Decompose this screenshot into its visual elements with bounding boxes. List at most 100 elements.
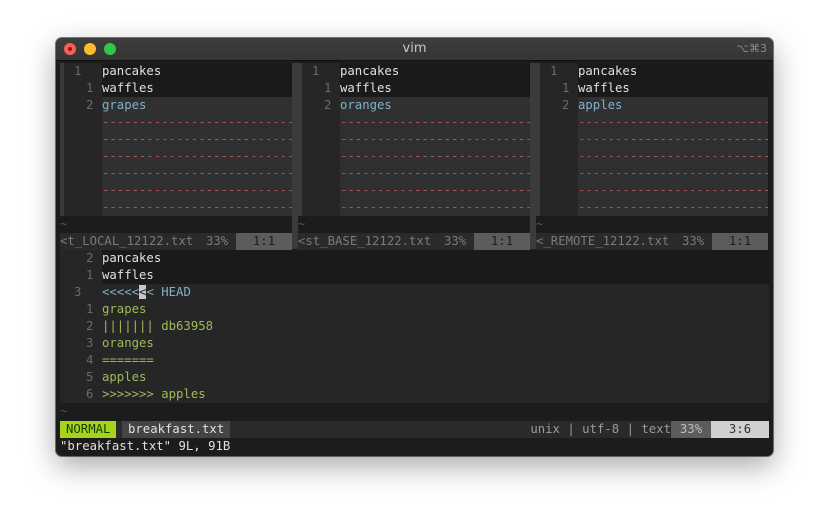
line-number: 4 xyxy=(86,353,94,367)
empty-line-tilde: ~ xyxy=(60,216,292,233)
line-number: 2 xyxy=(324,98,332,112)
pane-filename: <_REMOTE_12122.txt xyxy=(536,234,670,248)
deleted-filler: ----------------------------------------… xyxy=(578,148,768,165)
conflict-marker: <<<<< xyxy=(102,285,140,299)
line-number: 2 xyxy=(86,319,94,333)
buffer-line: 6 >>>>>>> apples xyxy=(60,386,769,403)
buffer-line: 5 apples xyxy=(60,369,769,386)
filler-line: ----------------------------------------… xyxy=(60,182,292,199)
filler-line: ----------------------------------------… xyxy=(298,114,530,131)
mode-indicator: NORMAL xyxy=(60,421,117,438)
deleted-filler: ----------------------------------------… xyxy=(102,131,292,148)
pane-filename: <st_BASE_12122.txt xyxy=(298,234,432,248)
filler-line: ----------------------------------------… xyxy=(60,148,292,165)
pane-percent: 33% xyxy=(682,234,705,248)
deleted-filler: ----------------------------------------… xyxy=(340,148,530,165)
conflict-marker-head: < HEAD xyxy=(146,285,191,299)
line-number: 2 xyxy=(86,251,94,265)
line-text: grapes xyxy=(102,97,292,114)
filler-line: ----------------------------------------… xyxy=(536,199,768,216)
pane-filename: <t_LOCAL_12122.txt xyxy=(60,234,194,248)
line-number: 1 xyxy=(86,268,94,282)
line-number: 1 xyxy=(312,64,320,78)
buffer-line: 2 ||||||| db63958 xyxy=(60,318,769,335)
filler-line: ----------------------------------------… xyxy=(536,131,768,148)
line-text: waffles xyxy=(578,80,768,97)
filler-line: ----------------------------------------… xyxy=(536,182,768,199)
file-info: unix | utf-8 | text xyxy=(530,422,671,436)
title-bar: vim ⌥⌘3 xyxy=(56,38,773,61)
line-number: 1 xyxy=(86,302,94,316)
pane-line: 1 waffles xyxy=(298,80,530,97)
pane-line: 1 pancakes xyxy=(60,63,292,80)
empty-line-tilde: ~ xyxy=(536,216,768,233)
filler-line: ----------------------------------------… xyxy=(536,148,768,165)
line-number: 1 xyxy=(324,81,332,95)
diff-pane-base[interactable]: 1 pancakes 1 waffles 2 oranges ---------------… xyxy=(298,63,530,249)
pane-position: 1:1 xyxy=(712,233,768,250)
buffer-line: 2 pancakes xyxy=(60,250,769,267)
empty-line-tilde: ~ xyxy=(298,216,530,233)
status-filename: breakfast.txt xyxy=(122,421,231,438)
deleted-filler: ----------------------------------------… xyxy=(102,199,292,216)
pane-percent: 33% xyxy=(206,234,229,248)
line-text: ||||||| db63958 xyxy=(102,319,214,333)
pane-position: 1:1 xyxy=(474,233,530,250)
filler-line: ----------------------------------------… xyxy=(60,114,292,131)
line-number: 2 xyxy=(86,98,94,112)
deleted-filler: ----------------------------------------… xyxy=(578,131,768,148)
deleted-filler: ----------------------------------------… xyxy=(340,114,530,131)
line-text: pancakes xyxy=(102,63,292,80)
pane-line: 1 pancakes xyxy=(298,63,530,80)
command-line[interactable]: "breakfast.txt" 9L, 91B xyxy=(60,438,769,455)
diff-pane-local[interactable]: 1 pancakes 1 waffles 2 grapes ----------------… xyxy=(60,63,292,249)
deleted-filler: ----------------------------------------… xyxy=(102,114,292,131)
line-text: pancakes xyxy=(578,63,768,80)
line-text: waffles xyxy=(102,267,769,284)
line-number: 6 xyxy=(86,387,94,401)
deleted-filler: ----------------------------------------… xyxy=(578,165,768,182)
line-text: ======= xyxy=(102,353,154,367)
scroll-percent: 33% xyxy=(671,421,711,438)
line-text: apples xyxy=(578,97,768,114)
window-shortcut: ⌥⌘3 xyxy=(736,42,767,55)
pane-line: 1 waffles xyxy=(60,80,292,97)
line-text: pancakes xyxy=(102,250,769,267)
line-number: 1 xyxy=(562,81,570,95)
line-text: grapes xyxy=(102,302,147,316)
pane-line: 2 apples xyxy=(536,97,768,114)
deleted-filler: ----------------------------------------… xyxy=(340,131,530,148)
pane-line: 2 grapes xyxy=(60,97,292,114)
deleted-filler: ----------------------------------------… xyxy=(578,114,768,131)
line-number: 3 xyxy=(86,336,94,350)
terminal-window: vim ⌥⌘3 1 pancakes 1 waffles 2 grapes --------… xyxy=(56,38,773,456)
diff-pane-remote[interactable]: 1 pancakes 1 waffles 2 apples ----------------… xyxy=(536,63,768,249)
deleted-filler: ----------------------------------------… xyxy=(102,148,292,165)
line-text: >>>>>>> apples xyxy=(102,387,206,401)
pane-line: 1 pancakes xyxy=(536,63,768,80)
filler-line: ----------------------------------------… xyxy=(536,165,768,182)
empty-line-tilde: ~ xyxy=(60,403,769,420)
buffer-line: 3 <<<<<<< HEAD xyxy=(60,284,769,301)
deleted-filler: ----------------------------------------… xyxy=(578,199,768,216)
buffer-line: 1 waffles xyxy=(60,267,769,284)
buffer-line: 1 grapes xyxy=(60,301,769,318)
pane-line: 2 oranges xyxy=(298,97,530,114)
pane-line: 1 waffles xyxy=(536,80,768,97)
status-line: NORMAL breakfast.txt unix | utf-8 | text… xyxy=(60,421,769,438)
pane-percent: 33% xyxy=(444,234,467,248)
deleted-filler: ----------------------------------------… xyxy=(340,165,530,182)
deleted-filler: ----------------------------------------… xyxy=(340,199,530,216)
filler-line: ----------------------------------------… xyxy=(298,148,530,165)
filler-line: ----------------------------------------… xyxy=(60,199,292,216)
line-text: waffles xyxy=(340,80,530,97)
line-number: 3 xyxy=(74,285,82,299)
pane-position: 1:1 xyxy=(236,233,292,250)
pane-status-remote: <_REMOTE_12122.txt 33% 1:1 xyxy=(536,233,768,250)
line-number: 1 xyxy=(550,64,558,78)
merged-buffer[interactable]: 2 pancakes 1 waffles 3 <<<<<<< HEAD 1 grapes 2 ||… xyxy=(60,250,769,420)
filler-line: ----------------------------------------… xyxy=(298,182,530,199)
window-title: vim xyxy=(402,41,427,56)
line-text: waffles xyxy=(102,80,292,97)
deleted-filler: ----------------------------------------… xyxy=(102,182,292,199)
